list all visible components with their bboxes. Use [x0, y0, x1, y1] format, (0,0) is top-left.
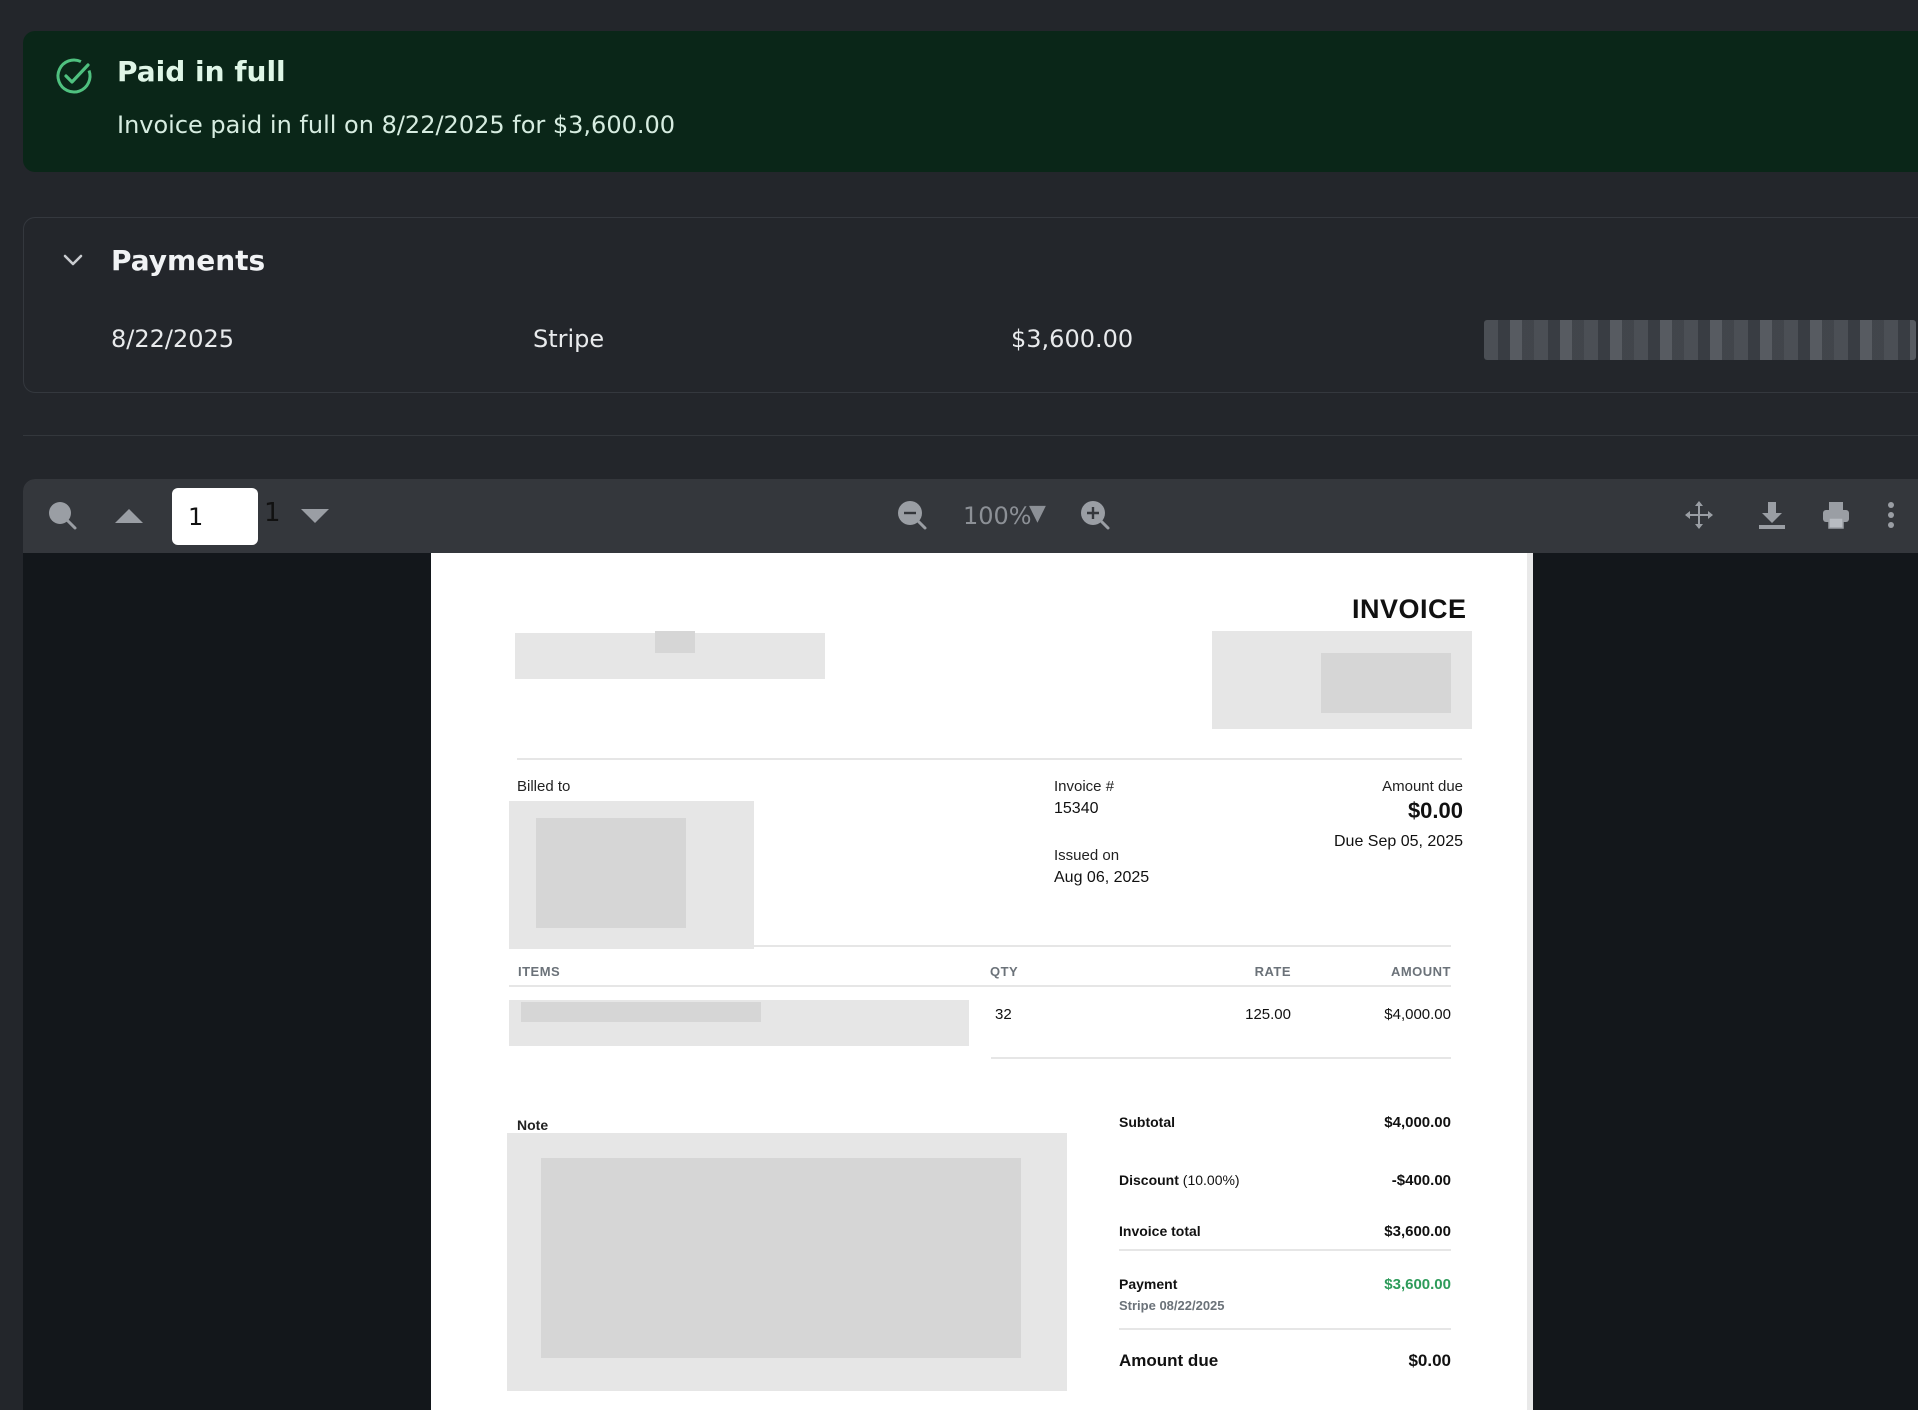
redacted-block: [521, 1002, 761, 1022]
zoom-dropdown-arrow[interactable]: ▼: [1029, 501, 1046, 526]
payment-amount: $3,600.00: [1011, 325, 1134, 353]
pdf-viewer: 1 100% ▼ INVOICE Bil: [23, 479, 1918, 1410]
section-divider: [23, 435, 1918, 436]
banner-message: Invoice paid in full on 8/22/2025 for $3…: [117, 111, 676, 139]
final-amount-due-label: Amount due: [1119, 1351, 1219, 1370]
invoice-document: INVOICE Billed to Invoice # 15340 Issued…: [431, 553, 1533, 1410]
redacted-block: [536, 818, 686, 928]
payment-date: 8/22/2025: [111, 325, 235, 353]
print-icon[interactable]: [1820, 499, 1852, 531]
download-icon[interactable]: [1756, 499, 1788, 531]
page-total: 1: [264, 498, 281, 528]
item-qty: 32: [995, 1006, 1012, 1023]
items-header-divider: [509, 985, 1451, 987]
more-icon[interactable]: [1883, 499, 1899, 531]
invoice-total-value: $3,600.00: [1384, 1223, 1451, 1240]
discount-label: Discount (10.00%): [1119, 1172, 1240, 1188]
check-circle-icon: [56, 58, 92, 94]
invoice-title: INVOICE: [1352, 594, 1467, 624]
payment-value: $3,600.00: [1384, 1276, 1451, 1293]
payments-title[interactable]: Payments: [111, 244, 265, 277]
zoom-out-icon[interactable]: [896, 499, 928, 531]
subtotal-label: Subtotal: [1119, 1114, 1175, 1130]
note-label: Note: [517, 1117, 549, 1133]
zoom-level[interactable]: 100%: [963, 502, 1032, 530]
pan-icon[interactable]: [1683, 499, 1715, 531]
paid-banner: Paid in full Invoice paid in full on 8/2…: [23, 31, 1918, 172]
item-rate: 125.00: [1245, 1006, 1291, 1023]
discount-percent: (10.00%): [1182, 1172, 1240, 1188]
issued-on-label: Issued on: [1054, 847, 1120, 864]
subtotal-value: $4,000.00: [1384, 1114, 1451, 1131]
col-header-rate: RATE: [1254, 964, 1291, 979]
col-header-amount: AMOUNT: [1390, 964, 1451, 979]
page-up-icon[interactable]: [113, 499, 145, 531]
items-bottom-divider: [991, 1057, 1451, 1059]
payment-detail: Stripe 08/22/2025: [1119, 1298, 1225, 1313]
due-date: Due Sep 05, 2025: [1334, 833, 1463, 850]
payment-method: Stripe: [533, 325, 605, 353]
payments-panel: Payments 8/22/2025 Stripe $3,600.00: [23, 217, 1918, 393]
amount-due-value: $0.00: [1407, 798, 1463, 823]
item-amount: $4,000.00: [1384, 1006, 1451, 1023]
amount-due-label: Amount due: [1382, 778, 1463, 795]
redacted-block: [1321, 653, 1451, 713]
final-amount-due-value: $0.00: [1408, 1351, 1451, 1370]
chevron-down-icon[interactable]: [61, 248, 85, 272]
redacted-block: [541, 1158, 1021, 1358]
redacted-block: [655, 631, 695, 653]
payment-label: Payment: [1119, 1276, 1178, 1292]
discount-value: -$400.00: [1391, 1172, 1451, 1189]
invoice-total-label: Invoice total: [1119, 1223, 1201, 1239]
payment-divider: [1119, 1328, 1451, 1330]
discount-label-text: Discount: [1119, 1172, 1179, 1188]
header-divider: [517, 758, 1462, 760]
total-divider: [1119, 1249, 1451, 1251]
zoom-in-icon[interactable]: [1079, 499, 1111, 531]
issued-date: Aug 06, 2025: [1054, 869, 1150, 886]
viewer-toolbar: 1 100% ▼: [23, 479, 1918, 553]
page-number-input[interactable]: [172, 488, 258, 545]
invoice-number-label: Invoice #: [1054, 778, 1115, 795]
banner-title: Paid in full: [117, 55, 286, 88]
billed-to-label: Billed to: [517, 778, 571, 795]
page-down-icon[interactable]: [299, 499, 331, 531]
search-icon[interactable]: [46, 499, 78, 531]
items-top-divider: [509, 945, 1451, 947]
col-header-items: ITEMS: [518, 964, 561, 979]
invoice-number: 15340: [1054, 800, 1099, 817]
col-header-qty: QTY: [990, 964, 1019, 979]
redacted-transaction-id: [1484, 320, 1916, 360]
